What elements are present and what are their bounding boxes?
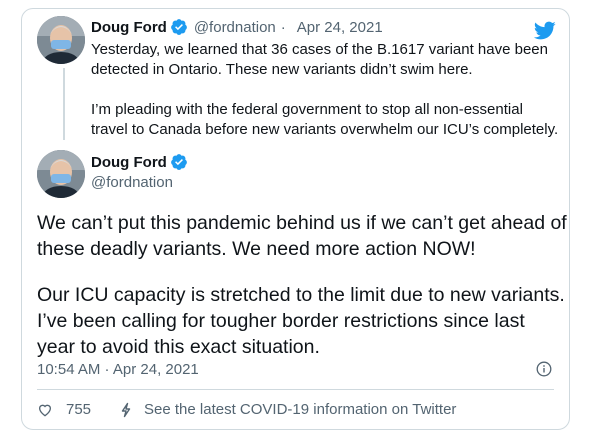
author-handle[interactable]: @fordnation [194, 19, 276, 36]
author-name[interactable]: Doug Ford [91, 154, 167, 171]
author-name[interactable]: Doug Ford [91, 19, 167, 36]
quoted-paragraph-2: I’m pleading with the federal government… [91, 101, 559, 138]
tweet-paragraph-2: Our ICU capacity is stretched to the lim… [37, 284, 565, 358]
separator-dot: · [280, 18, 286, 36]
author-handle[interactable]: @fordnation [91, 174, 173, 191]
avatar-image [37, 150, 85, 198]
like-count[interactable]: 755 [66, 401, 91, 418]
divider [37, 389, 554, 390]
tweet-date[interactable]: Apr 24, 2021 [297, 19, 383, 36]
lightning-icon [118, 402, 134, 418]
info-icon[interactable] [536, 361, 552, 377]
avatar-image [37, 16, 85, 64]
quoted-paragraph-1: Yesterday, we learned that 36 cases of t… [91, 41, 548, 78]
action-bar: 755 See the latest COVID-19 information … [37, 401, 456, 418]
heart-icon[interactable] [37, 402, 53, 418]
thread-connector [63, 68, 65, 140]
tweet-paragraph-1: We can’t put this pandemic behind us if … [37, 212, 567, 260]
avatar[interactable] [37, 16, 85, 64]
quoted-header: Doug Ford @fordnation · Apr 24, 2021 [91, 18, 383, 36]
verified-icon [170, 18, 188, 36]
tweet-timestamp[interactable]: 10:54 AM · Apr 24, 2021 [37, 361, 199, 378]
verified-icon [170, 153, 188, 171]
covid-info-link[interactable]: See the latest COVID-19 information on T… [144, 401, 456, 418]
avatar[interactable] [37, 150, 85, 198]
main-author-row: Doug Ford [91, 153, 188, 171]
twitter-bird-icon[interactable] [533, 19, 556, 42]
